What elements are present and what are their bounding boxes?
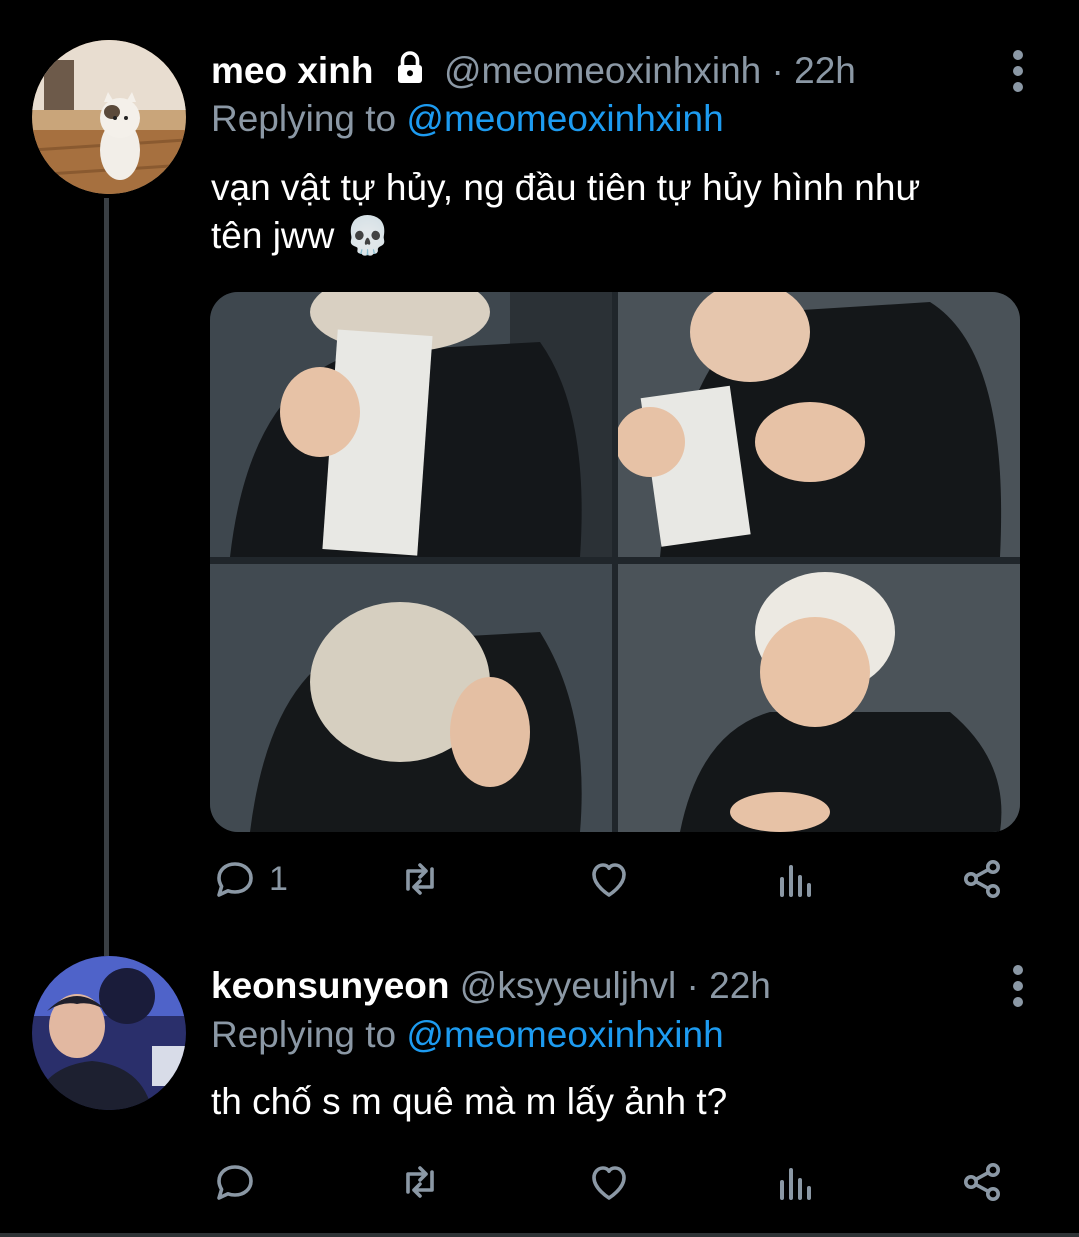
mention-link[interactable]: @meomeoxinhxinh [406,98,723,139]
separator-dot: · [771,50,784,91]
tweet-actions: 1 [211,855,1011,905]
tweet-1[interactable]: meo xinh @meomeoxinhxinh · 22h Replying … [0,0,1079,950]
user-handle[interactable]: @meomeoxinhxinh [444,50,761,91]
timestamp[interactable]: 22h [794,50,856,91]
retweet-button[interactable] [396,1158,444,1206]
tweet-text-line: th chố s m quê mà m lấy ảnh t? [211,1081,728,1122]
share-icon [964,860,1000,898]
like-icon [592,863,626,897]
retweet-icon [406,1166,434,1198]
cat-avatar-icon [32,40,186,194]
lock-icon [392,50,428,95]
replying-to: Replying to @meomeoxinhxinh [211,1014,724,1056]
retweet-icon [406,863,434,895]
tweet-text-line: vạn vật tự hủy, ng đầu tiên tự hủy hình … [211,167,921,208]
tweet-header: keonsunyeon @ksyyeuljhvl · 22h [211,965,771,1007]
reply-count: 1 [269,859,288,898]
tweet-2[interactable]: keonsunyeon @ksyyeuljhvl · 22h Replying … [0,950,1079,1237]
avatar[interactable] [32,956,186,1110]
tweet-text: th chố s m quê mà m lấy ảnh t? [211,1078,1031,1126]
timestamp[interactable]: 22h [709,965,771,1006]
tweet-text-line: tên jww [211,215,335,256]
photo-collage [210,292,1020,832]
skull-emoji: 💀 [344,215,391,256]
analytics-icon [780,865,811,897]
display-name[interactable]: meo xinh [211,50,373,91]
analytics-button[interactable] [772,855,820,903]
tweet-header: meo xinh @meomeoxinhxinh · 22h [211,50,856,95]
user-handle[interactable]: @ksyyeuljhvl [460,965,676,1006]
share-button[interactable] [958,855,1006,903]
bottom-divider [0,1233,1079,1237]
share-button[interactable] [958,1158,1006,1206]
tweet-media-image[interactable] [210,292,1020,832]
retweet-button[interactable] [396,855,444,903]
like-icon [592,1166,626,1200]
replying-to: Replying to @meomeoxinhxinh [211,98,724,140]
like-button[interactable] [585,1158,633,1206]
person-avatar-icon [32,956,186,1110]
separator-dot: · [686,965,699,1006]
analytics-button[interactable] [772,1158,820,1206]
like-button[interactable] [585,855,633,903]
replying-prefix: Replying to [211,98,407,139]
tweet-text: vạn vật tự hủy, ng đầu tiên tự hủy hình … [211,164,1031,260]
reply-icon [217,1165,253,1200]
display-name[interactable]: keonsunyeon [211,965,450,1006]
reply-button[interactable] [211,1158,259,1206]
tweet-actions [211,1158,1011,1208]
reply-button[interactable]: 1 [211,855,288,903]
mention-link[interactable]: @meomeoxinhxinh [406,1014,723,1055]
analytics-icon [780,1168,811,1200]
reply-icon [217,862,253,897]
replying-prefix: Replying to [211,1014,407,1055]
more-icon[interactable] [1013,965,1023,1013]
share-icon [964,1163,1000,1201]
avatar[interactable] [32,40,186,194]
more-icon[interactable] [1013,50,1023,98]
